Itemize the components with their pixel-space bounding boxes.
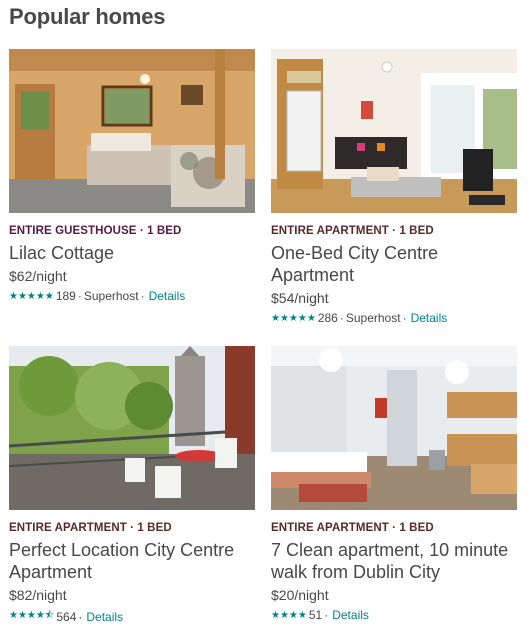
apartment-living-room-photo (271, 49, 517, 213)
balcony-view-photo (9, 346, 255, 510)
separator: · (140, 289, 145, 303)
listing-rating: ★★★★ 51 · Details (271, 608, 517, 622)
cottage-interior-photo (9, 49, 255, 213)
listing-price: $20/night (271, 587, 329, 603)
separator: · (77, 289, 82, 303)
listing-rating: ★★★★⯪ 564 · Details (9, 608, 255, 625)
separator: · (339, 311, 344, 325)
details-link[interactable]: Details (332, 608, 369, 622)
review-count: 564 (56, 609, 77, 624)
superhost-badge: Superhost (83, 289, 139, 303)
listing-price: $54/night (271, 290, 329, 306)
listing-rating: ★★★★★ 189 · Superhost · Details (9, 289, 255, 303)
listing-photo[interactable] (9, 49, 255, 213)
star-rating-icon: ★★★★★ (271, 312, 316, 324)
star-rating-icon: ★★★★⯪ (9, 610, 55, 621)
listing-type: ENTIRE APARTMENT · 1 BED (271, 225, 434, 237)
listing-title[interactable]: Lilac Cottage (9, 242, 255, 264)
listing-photo[interactable] (271, 346, 517, 510)
listing-photo[interactable] (9, 346, 255, 510)
listing-title[interactable]: One-Bed City Centre Apartment (271, 242, 517, 286)
listing-rating: ★★★★★ 286 · Superhost · Details (271, 311, 517, 325)
star-rating-icon: ★★★★ (271, 609, 307, 621)
listing-type: ENTIRE APARTMENT · 1 BED (9, 522, 172, 534)
superhost-badge: Superhost (345, 311, 401, 325)
listings-grid: ENTIRE GUESTHOUSE · 1 BED Lilac Cottage … (0, 0, 529, 633)
listing-title[interactable]: Perfect Location City Centre Apartment (9, 539, 255, 583)
separator: · (324, 608, 329, 622)
listing-card[interactable]: ENTIRE APARTMENT · 1 BED One-Bed City Ce… (271, 49, 517, 325)
listing-card[interactable]: ENTIRE GUESTHOUSE · 1 BED Lilac Cottage … (9, 49, 255, 303)
details-link[interactable]: Details (86, 610, 123, 624)
star-rating-icon: ★★★★★ (9, 290, 54, 302)
review-count: 189 (55, 289, 76, 303)
listing-photo[interactable] (271, 49, 517, 213)
separator: · (78, 609, 83, 624)
listing-type: ENTIRE GUESTHOUSE · 1 BED (9, 225, 182, 237)
details-link[interactable]: Details (411, 311, 448, 325)
listing-price: $82/night (9, 587, 67, 603)
listing-type: ENTIRE APARTMENT · 1 BED (271, 522, 434, 534)
review-count: 51 (308, 608, 323, 622)
separator: · (402, 311, 407, 325)
listing-card[interactable]: ENTIRE APARTMENT · 1 BED Perfect Locatio… (9, 346, 255, 625)
listing-price: $62/night (9, 268, 67, 284)
listing-title[interactable]: 7 Clean apartment, 10 minute walk from D… (271, 539, 517, 583)
studio-apartment-photo (271, 346, 517, 510)
listing-card[interactable]: ENTIRE APARTMENT · 1 BED 7 Clean apartme… (271, 346, 517, 622)
details-link[interactable]: Details (149, 289, 186, 303)
review-count: 286 (317, 311, 338, 325)
